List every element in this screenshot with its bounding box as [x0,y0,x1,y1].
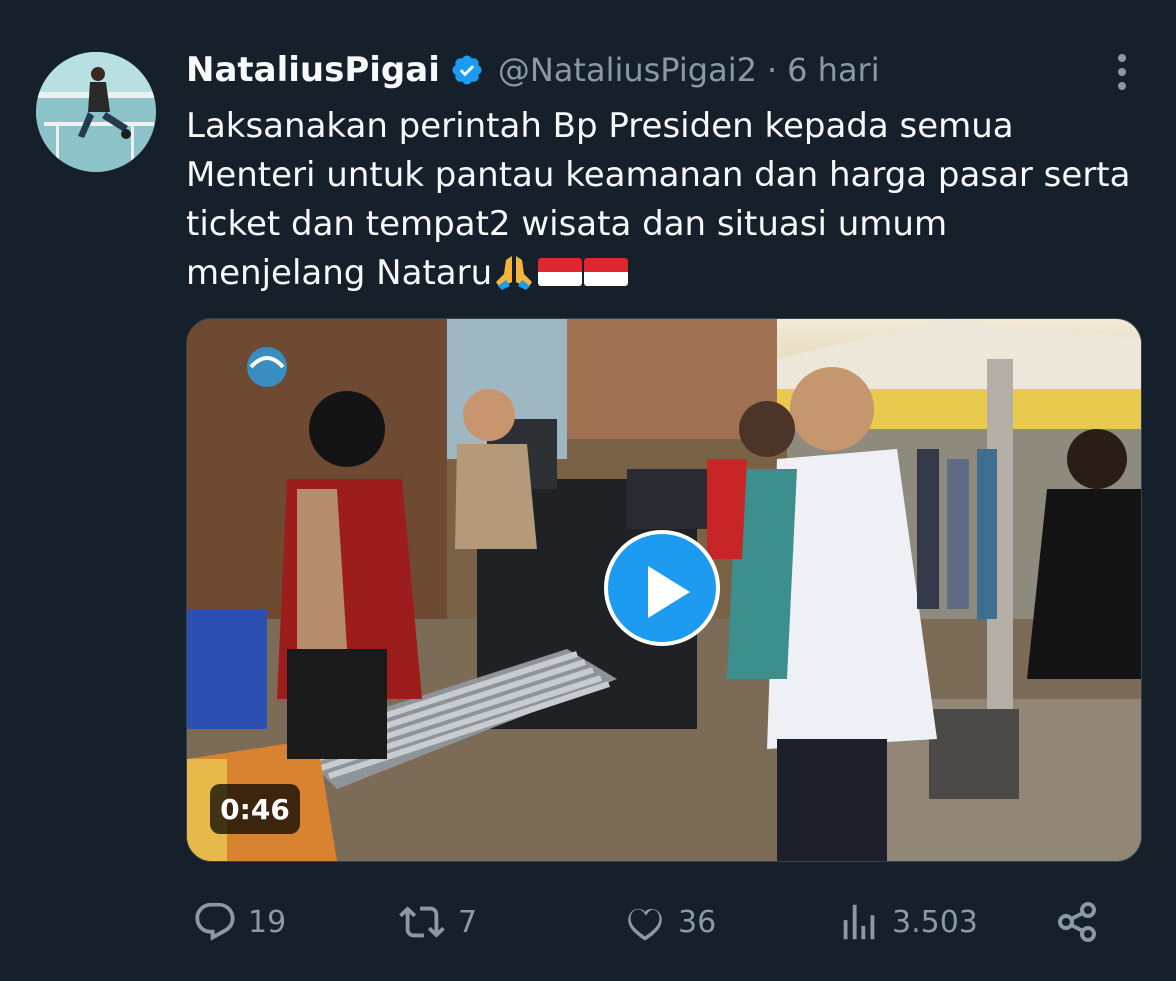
tweet-header: NataliusPigai @NataliusPigai2 · 6 hari [186,46,1136,94]
folded-hands-icon [496,256,533,290]
avatar[interactable] [36,52,156,172]
like-count: 36 [678,904,717,940]
tweet-text-line: menjelang Nataru [186,253,493,293]
flag-indonesia-icon [538,258,583,286]
retweet-button[interactable]: 7 [396,896,477,948]
play-button[interactable] [604,530,720,646]
tweet-text-line: Laksanakan perintah Bp Presiden kepada s… [186,106,1014,146]
more-options-button[interactable] [1108,50,1136,94]
share-button[interactable] [1054,896,1102,948]
tweet-action-bar: 19 7 36 3.503 [186,896,1116,948]
tweet-text-line: ticket dan tempat2 wisata dan situasi um… [186,204,948,244]
user-handle[interactable]: @NataliusPigai2 [498,51,757,89]
separator-dot: · [766,51,778,89]
verified-badge-icon[interactable] [450,53,484,87]
display-name[interactable]: NataliusPigai [186,50,440,90]
views-button[interactable]: 3.503 [836,896,978,948]
share-icon [1058,902,1096,942]
heart-icon [628,908,662,941]
flag-indonesia-icon [584,258,629,286]
reply-icon [195,902,235,941]
reply-count: 19 [248,904,287,940]
more-vertical-icon [1118,54,1126,90]
tweet-text-line: Menteri untuk pantau keamanan dan harga … [186,155,1131,195]
tweet-text: Laksanakan perintah Bp Presiden kepada s… [186,102,1156,298]
analytics-bar-icon [843,904,875,940]
reply-button[interactable]: 19 [192,896,286,948]
retweet-count: 7 [458,904,478,940]
tweet-timestamp[interactable]: 6 hari [787,51,879,89]
play-icon [648,566,690,618]
like-button[interactable]: 36 [622,896,716,948]
avatar-photo [36,52,156,172]
view-count: 3.503 [892,904,978,940]
retweet-icon [399,906,445,938]
video-duration-badge: 0:46 [210,784,300,834]
tweet-text-line-last: menjelang Nataru [186,249,1156,298]
